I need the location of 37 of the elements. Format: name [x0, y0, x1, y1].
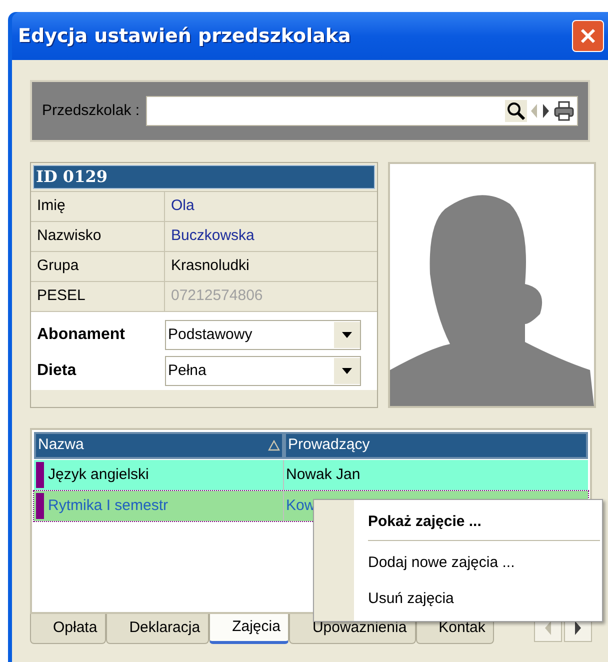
row-marker [36, 493, 44, 519]
column-header[interactable]: Nazwa [34, 432, 284, 459]
field-label: Imię [31, 192, 165, 221]
field-value: 07212574806 [170, 286, 264, 306]
option-label: Abonament [37, 325, 126, 345]
record-header: ID 0129 [33, 165, 375, 189]
search-label: Przedszkolak : [42, 100, 140, 121]
table-cell-text: Rytmika I semestr [48, 496, 168, 516]
scroll-right-icon[interactable] [573, 620, 583, 636]
close-icon [579, 27, 597, 45]
dropdown-arrow-icon [342, 332, 352, 338]
window-title: Edycja ustawień przedszkolaka [18, 24, 351, 49]
table-row[interactable]: Język angielski Nowak Jan [34, 460, 588, 490]
tab[interactable]: Opłata [30, 614, 106, 644]
option-label: Dieta [37, 361, 78, 381]
field-label: Nazwisko [31, 222, 165, 251]
field-label: Grupa [31, 252, 165, 281]
tab[interactable]: Deklaracja [106, 614, 210, 644]
menu-item[interactable]: Dodaj nowe zajęcia ... [368, 545, 602, 581]
menu-item[interactable]: Pokaż zajęcie ... [368, 504, 600, 540]
close-button[interactable] [572, 20, 604, 52]
menu-item[interactable]: Usuń zajęcia [368, 581, 602, 617]
dropdown-field[interactable]: Pełna [165, 356, 361, 386]
dropdown-field[interactable]: Podstawowy [165, 320, 361, 350]
table-cell-text: Nowak Jan [286, 464, 360, 485]
next-arrow-icon[interactable] [541, 103, 551, 119]
column-header[interactable]: Prowadzący [284, 432, 588, 459]
dropdown-arrow-icon [342, 368, 352, 374]
field-value: Krasnoludki [170, 256, 250, 276]
printer-icon[interactable] [553, 100, 575, 122]
search-icon[interactable] [505, 100, 527, 122]
row-marker [36, 462, 44, 488]
search-field[interactable] [146, 96, 578, 126]
tab[interactable]: Zajęcia [209, 614, 290, 644]
table-cell-text: Język angielski [48, 464, 149, 485]
field-value: Buczkowska [170, 226, 256, 246]
field-value: Ola [170, 196, 196, 216]
